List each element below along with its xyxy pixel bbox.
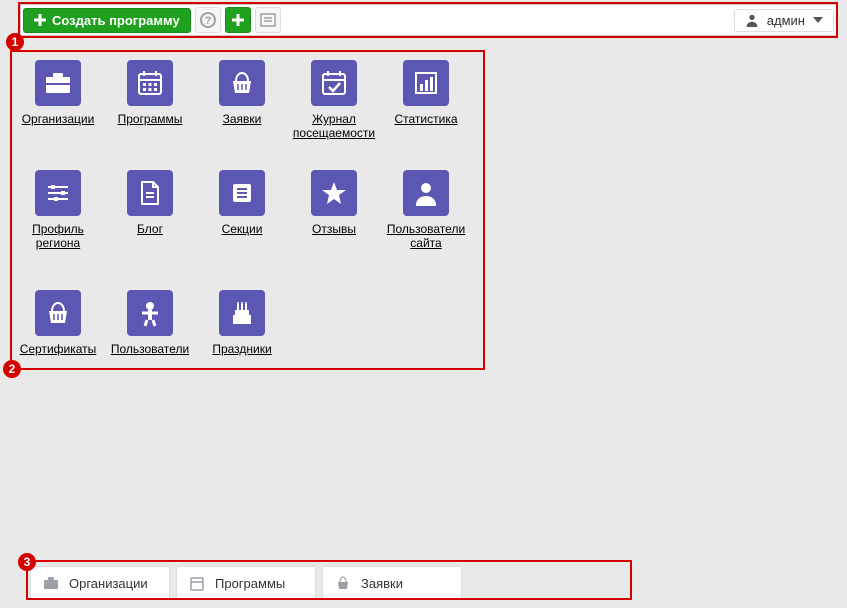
tile-label: Отзывы [312,222,356,236]
taskbar-requests[interactable]: Заявки [322,566,462,600]
tile-region[interactable]: Профиль региона [14,170,102,251]
cake-icon [219,290,265,336]
star-icon [311,170,357,216]
tile-label: Блог [137,222,163,236]
tile-label: Журнал посещаемости [293,112,375,141]
taskbar-label: Программы [215,576,285,591]
tile-label: Сертификаты [20,342,97,356]
add-button[interactable] [225,7,251,33]
user-menu[interactable]: админ [734,9,834,32]
briefcase-icon [43,575,59,591]
plus-icon [232,14,244,26]
tile-certs[interactable]: Сертификаты [14,290,102,356]
briefcase-icon [35,60,81,106]
tile-attendance[interactable]: Журнал посещаемости [290,60,378,141]
top-toolbar: Создать программу админ [20,4,837,36]
chart-icon [403,60,449,106]
tile-blog[interactable]: Блог [106,170,194,236]
taskbar-organizations[interactable]: Организации [30,566,170,600]
help-icon [200,12,216,28]
tile-organizations[interactable]: Организации [14,60,102,126]
basket-icon [219,60,265,106]
desktop-icon-grid: Организации Программы Заявки Журнал посещае… [14,50,484,370]
tile-stats[interactable]: Статистика [382,60,470,126]
taskbar-label: Заявки [361,576,403,591]
tile-label: Заявки [223,112,262,126]
person-icon [127,290,173,336]
tile-label: Секции [222,222,263,236]
doc-icon [127,170,173,216]
help-button[interactable] [195,7,221,33]
basket-icon [35,290,81,336]
tile-requests[interactable]: Заявки [198,60,286,126]
taskbar-label: Организации [69,576,148,591]
tile-programs[interactable]: Программы [106,60,194,126]
tile-label: Пользователи [111,342,189,356]
create-program-button[interactable]: Создать программу [23,8,191,33]
tile-label: Профиль региона [32,222,84,251]
taskbar-programs[interactable]: Программы [176,566,316,600]
tile-label: Праздники [212,342,271,356]
user-label: админ [767,13,805,28]
tile-siteusers[interactable]: Пользователи сайта [382,170,470,251]
tile-label: Программы [118,112,183,126]
create-program-label: Создать программу [52,13,180,28]
calendar-check-icon [311,60,357,106]
tile-label: Пользователи сайта [387,222,465,251]
taskbar: Организации Программы Заявки [30,566,630,600]
chevron-down-icon [813,17,823,23]
basket-icon [335,575,351,591]
sliders-icon [35,170,81,216]
tile-holidays[interactable]: Праздники [198,290,286,356]
tile-reviews[interactable]: Отзывы [290,170,378,236]
calendar-icon [189,575,205,591]
tile-users[interactable]: Пользователи [106,290,194,356]
user-icon [745,13,759,27]
list-icon [219,170,265,216]
tile-sections[interactable]: Секции [198,170,286,236]
news-button[interactable] [255,7,281,33]
tile-label: Организации [22,112,95,126]
news-icon [260,12,276,28]
user-icon [403,170,449,216]
plus-icon [34,14,46,26]
calendar-icon [127,60,173,106]
tile-label: Статистика [394,112,457,126]
